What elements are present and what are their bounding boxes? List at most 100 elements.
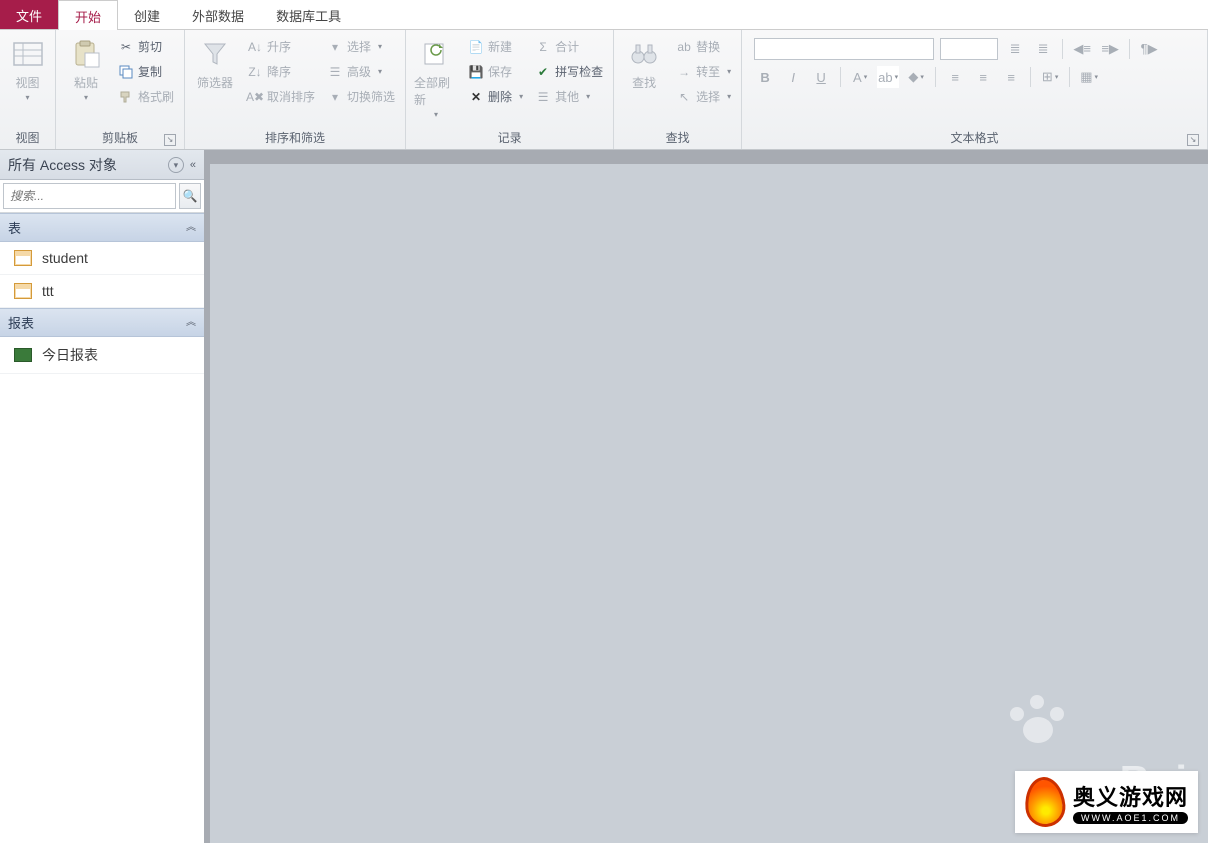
- highlight-button[interactable]: ab: [877, 66, 899, 88]
- numbering-button[interactable]: ≣: [1032, 38, 1054, 60]
- category-tables-header[interactable]: 表 ︽: [0, 213, 204, 242]
- copy-button[interactable]: 复制: [114, 61, 178, 82]
- select-label: 选择: [696, 88, 720, 105]
- toggle-filter-button[interactable]: ▾切换筛选: [323, 86, 399, 107]
- tab-file[interactable]: 文件: [0, 0, 58, 29]
- more-button[interactable]: ☰其他: [531, 86, 607, 107]
- reports-cat-label: 报表: [8, 313, 34, 332]
- collapse-icon: ︽: [186, 218, 196, 237]
- replace-button[interactable]: ab替换: [672, 36, 735, 57]
- refresh-label: 全部刷新: [414, 74, 458, 108]
- clipboard-launcher[interactable]: ↘: [164, 134, 176, 146]
- tab-external-data[interactable]: 外部数据: [176, 0, 260, 29]
- dropdown-arrow-icon: ▾: [84, 93, 88, 102]
- search-button[interactable]: 🔍: [179, 183, 201, 209]
- tab-create[interactable]: 创建: [118, 0, 176, 29]
- italic-button[interactable]: I: [782, 66, 804, 88]
- delete-button[interactable]: ✕删除: [464, 86, 527, 107]
- gridlines-button[interactable]: ⊞: [1039, 66, 1061, 88]
- replace-label: 替换: [696, 38, 720, 55]
- collapse-pane-button[interactable]: «: [190, 159, 196, 171]
- sigma-icon: Σ: [535, 39, 551, 55]
- align-center-button[interactable]: ≡: [972, 66, 994, 88]
- bullets-button[interactable]: ≣: [1004, 38, 1026, 60]
- filter-button[interactable]: 筛选器: [191, 34, 239, 95]
- nav-search-row: 🔍: [0, 180, 204, 213]
- format-painter-label: 格式刷: [138, 88, 174, 105]
- advanced-icon: ☰: [327, 64, 343, 80]
- paste-button[interactable]: 粘贴 ▾: [62, 34, 110, 106]
- table-item-ttt[interactable]: ttt: [0, 275, 204, 308]
- new-label: 新建: [488, 38, 512, 55]
- ltr-button[interactable]: ¶▶: [1138, 38, 1160, 60]
- report-item-today[interactable]: 今日报表: [0, 337, 204, 374]
- filter-advanced-button[interactable]: ☰高级: [323, 61, 399, 82]
- navigation-pane: 所有 Access 对象 ▾ « 🔍 表 ︽ student ttt 报表 ︽ …: [0, 150, 210, 843]
- sort-desc-button[interactable]: Z↓降序: [243, 61, 319, 82]
- category-reports-header[interactable]: 报表 ︽: [0, 308, 204, 337]
- search-input[interactable]: [3, 183, 176, 209]
- font-family-combo[interactable]: [754, 38, 934, 60]
- view-icon: [12, 38, 44, 70]
- goto-icon: →: [676, 64, 692, 80]
- sort-asc-button[interactable]: A↓升序: [243, 36, 319, 57]
- group-label-records: 记录: [412, 126, 607, 149]
- select-button[interactable]: ↖选择: [672, 86, 735, 107]
- font-size-combo[interactable]: [940, 38, 998, 60]
- tab-database-tools[interactable]: 数据库工具: [260, 0, 357, 29]
- group-label-clipboard: 剪贴板 ↘: [62, 126, 178, 149]
- group-label-textformat: 文本格式 ↘: [748, 126, 1201, 149]
- more-icon: ☰: [535, 89, 551, 105]
- ribbon: 视图 ▾ 视图 粘贴 ▾ ✂ 剪切 复制: [0, 30, 1208, 150]
- collapse-icon: ︽: [186, 313, 196, 332]
- font-color-button[interactable]: A: [849, 66, 871, 88]
- nav-pane-header[interactable]: 所有 Access 对象 ▾ «: [0, 150, 204, 180]
- cancel-sort-button[interactable]: A✖取消排序: [243, 86, 319, 107]
- funnel-icon: [199, 38, 231, 70]
- totals-button[interactable]: Σ合计: [531, 36, 607, 57]
- menu-tabs: 文件 开始 创建 外部数据 数据库工具: [0, 0, 1208, 30]
- paw-logo-icon: [1008, 693, 1068, 753]
- table-item-student[interactable]: student: [0, 242, 204, 275]
- new-record-button[interactable]: 📄新建: [464, 36, 527, 57]
- overlay-site-url: WWW.AOE1.COM: [1073, 812, 1188, 824]
- alt-row-color-button[interactable]: ▦: [1078, 66, 1100, 88]
- paste-icon: [70, 38, 102, 70]
- find-button[interactable]: 查找: [620, 34, 668, 95]
- goto-button[interactable]: →转至: [672, 61, 735, 82]
- find-label: 查找: [632, 74, 656, 91]
- textformat-launcher[interactable]: ↘: [1187, 134, 1199, 146]
- group-label-sortfilter: 排序和筛选: [191, 126, 399, 149]
- delete-icon: ✕: [468, 89, 484, 105]
- sort-asc-label: 升序: [267, 38, 291, 55]
- view-button[interactable]: 视图 ▾: [6, 34, 49, 106]
- paste-label: 粘贴: [74, 74, 98, 91]
- save-button[interactable]: 💾保存: [464, 61, 527, 82]
- fill-color-button[interactable]: ◆: [905, 66, 927, 88]
- new-icon: 📄: [468, 39, 484, 55]
- bold-button[interactable]: B: [754, 66, 776, 88]
- totals-label: 合计: [555, 38, 579, 55]
- scissors-icon: ✂: [118, 39, 134, 55]
- underline-button[interactable]: U: [810, 66, 832, 88]
- dropdown-arrow-icon: ▾: [434, 110, 438, 119]
- align-left-button[interactable]: ≡: [944, 66, 966, 88]
- view-label: 视图: [15, 74, 39, 91]
- brush-icon: [118, 89, 134, 105]
- spellcheck-button[interactable]: ✔拼写检查: [531, 61, 607, 82]
- filter-select-button[interactable]: ▾选择: [323, 36, 399, 57]
- cancel-sort-icon: A✖: [247, 89, 263, 105]
- refresh-all-button[interactable]: 全部刷新 ▾: [412, 34, 460, 123]
- group-clipboard: 粘贴 ▾ ✂ 剪切 复制 格式刷 剪贴板 ↘: [56, 30, 185, 149]
- spellcheck-icon: ✔: [535, 64, 551, 80]
- cut-button[interactable]: ✂ 剪切: [114, 36, 178, 57]
- nav-filter-dropdown-icon[interactable]: ▾: [168, 157, 184, 173]
- tab-home[interactable]: 开始: [58, 0, 118, 30]
- sort-desc-icon: Z↓: [247, 64, 263, 80]
- increase-indent-button[interactable]: ≡▶: [1099, 38, 1121, 60]
- format-painter-button[interactable]: 格式刷: [114, 86, 178, 107]
- replace-icon: ab: [676, 39, 692, 55]
- decrease-indent-button[interactable]: ◀≡: [1071, 38, 1093, 60]
- sort-asc-icon: A↓: [247, 39, 263, 55]
- align-right-button[interactable]: ≡: [1000, 66, 1022, 88]
